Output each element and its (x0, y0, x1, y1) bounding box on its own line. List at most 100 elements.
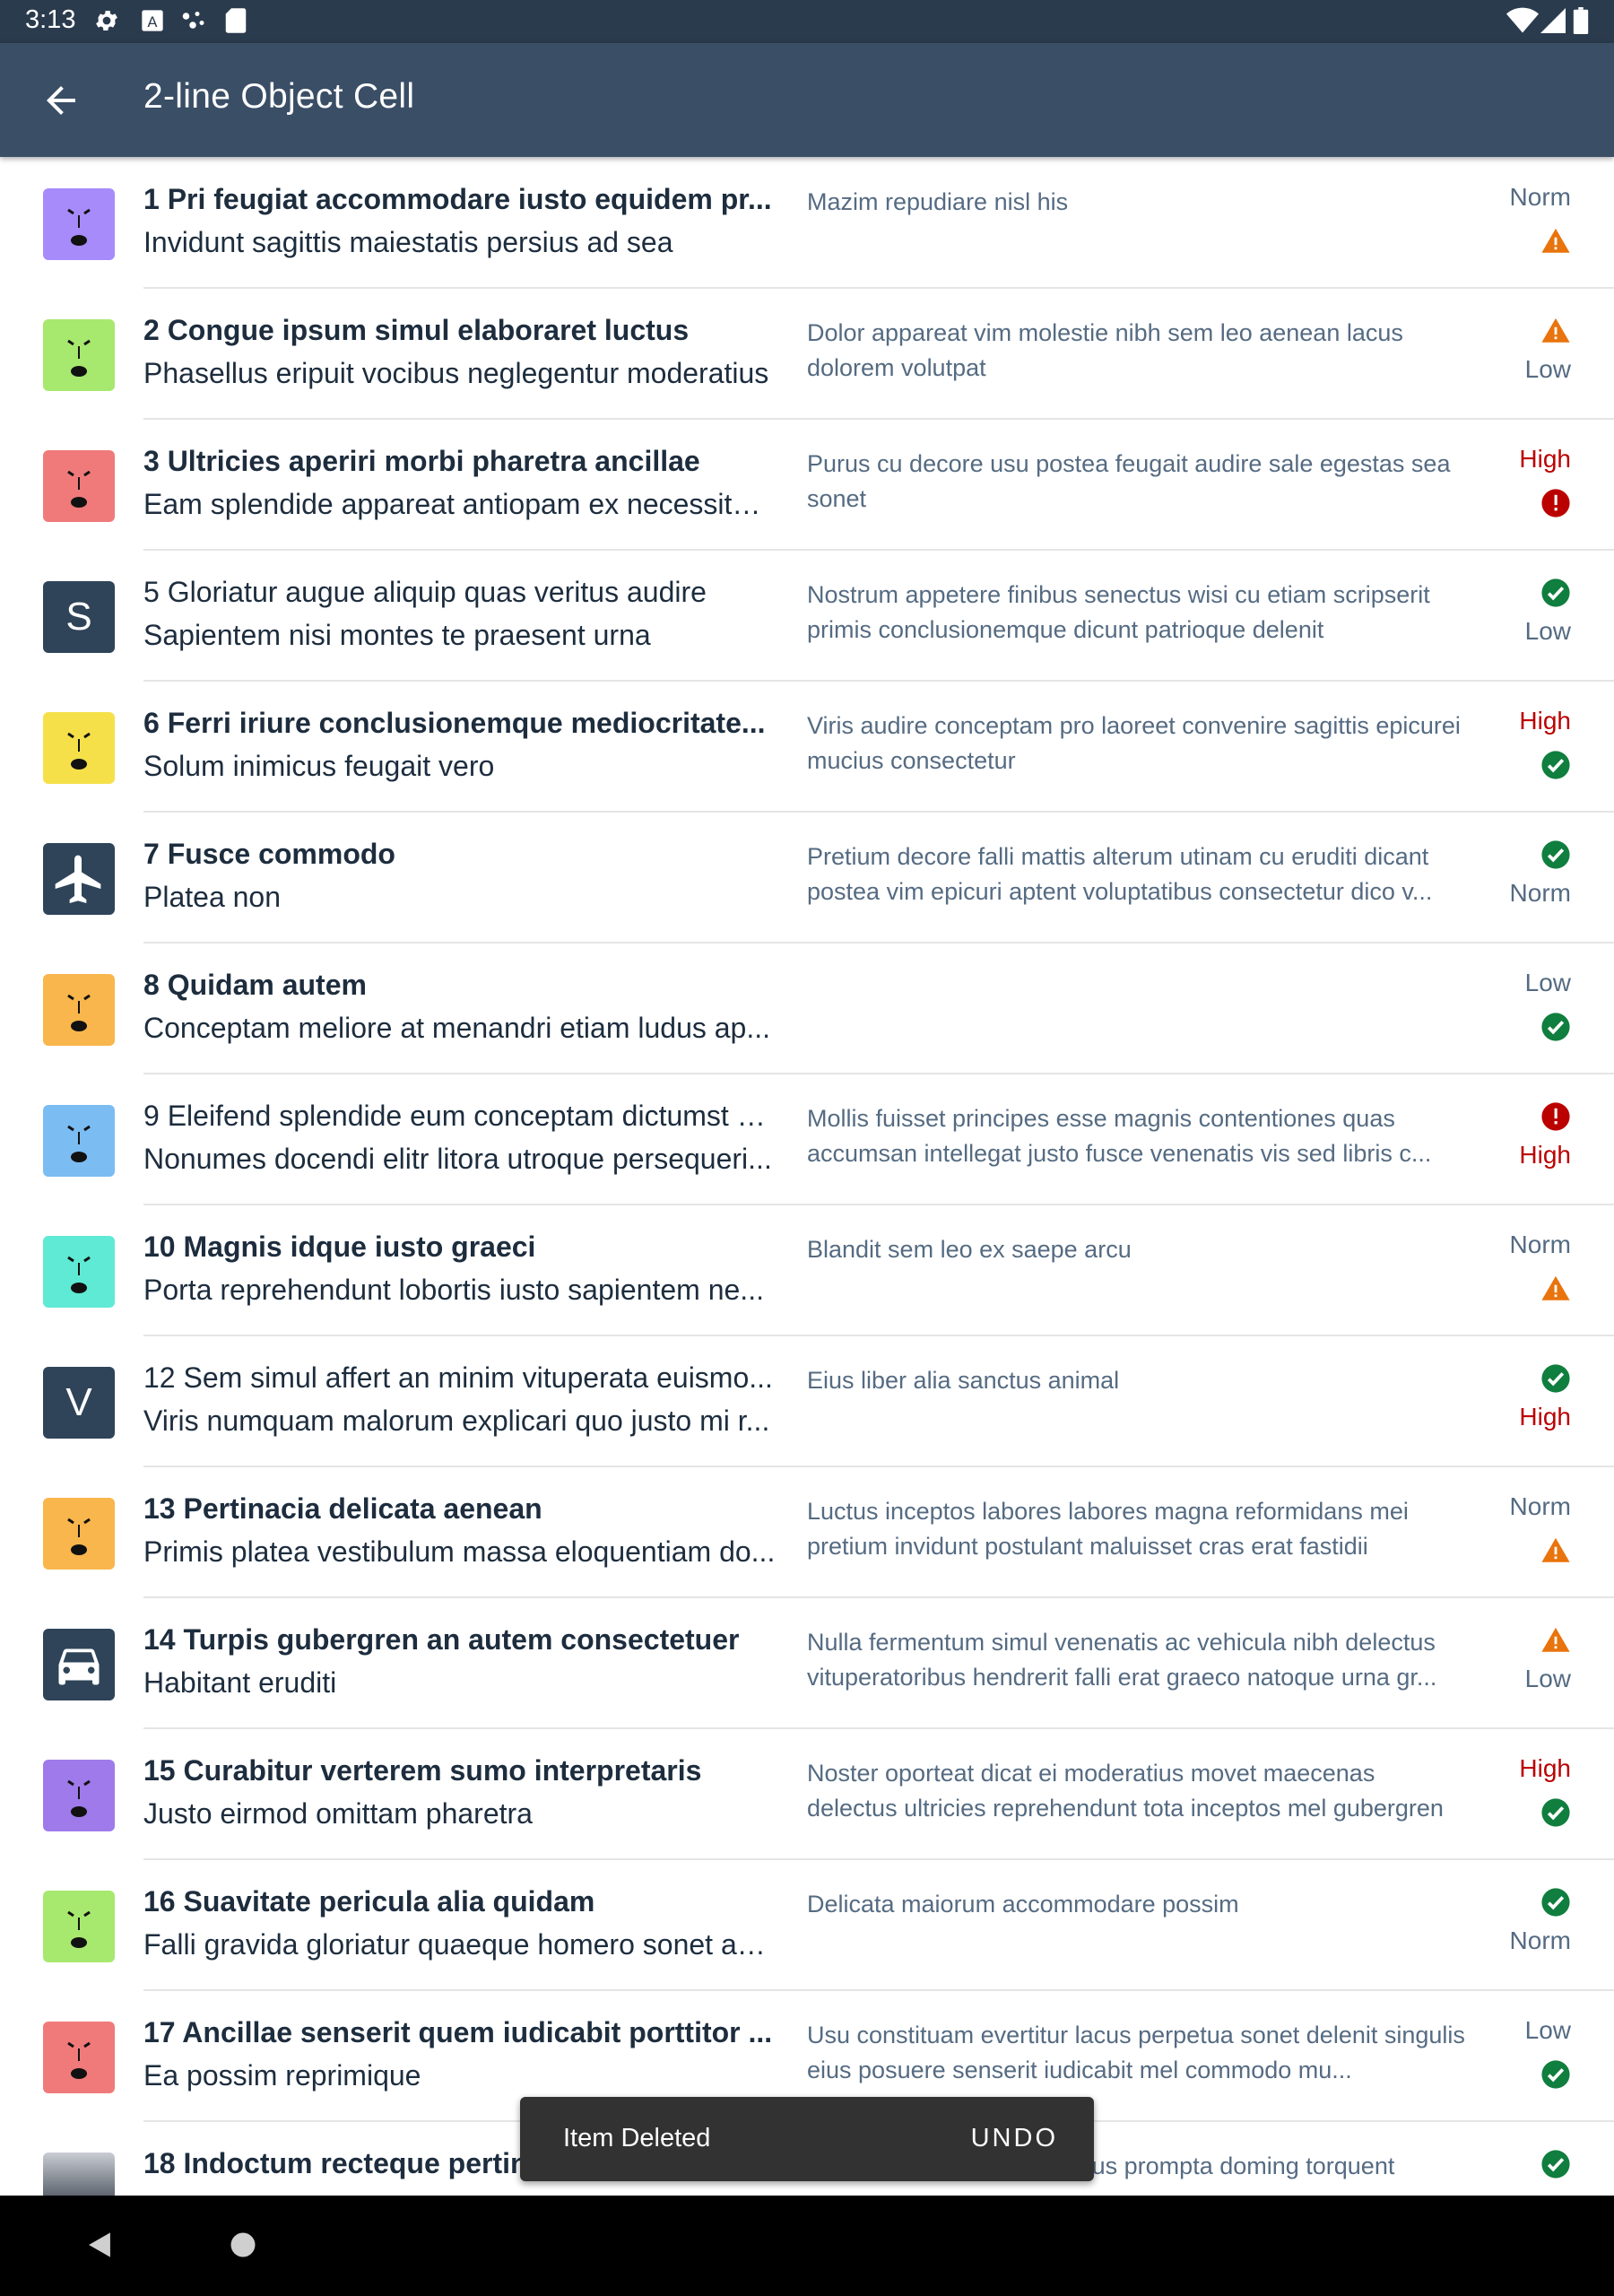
list-item[interactable]: 6 Ferri iriure conclusionemque mediocrit… (0, 682, 1614, 813)
item-description: Nulla fermentum simul venenatis ac vehic… (807, 1629, 1437, 1691)
item-subtitle: Eam splendide appareat antiopam ex neces… (143, 488, 776, 520)
list-item[interactable]: 3 Ultricies aperiri morbi pharetra ancil… (0, 420, 1614, 551)
item-title: 3 Ultricies aperiri morbi pharetra ancil… (143, 445, 700, 477)
dots-icon (179, 7, 206, 39)
item-subtitle: Ea possim reprimique (143, 2059, 421, 2092)
item-subtitle: Invidunt sagittis maiestatis persius ad … (143, 226, 673, 258)
item-description: Purus cu decore usu postea feugait audir… (807, 450, 1451, 512)
item-title: 16 Suavitate pericula alia quidam (143, 1885, 595, 1918)
status-bar: 3:13 A (0, 0, 1614, 43)
list-item[interactable]: 15 Curabitur verterem sumo interpretaris… (0, 1729, 1614, 1860)
item-title: 5 Gloriatur augue aliquip quas veritus a… (143, 576, 707, 608)
item-status (1445, 2147, 1571, 2196)
item-description: Viris audire conceptam pro laoreet conve… (807, 712, 1461, 774)
airplane-icon (43, 843, 115, 915)
item-status: Low (1445, 314, 1571, 396)
item-subtitle: Platea non (143, 881, 282, 913)
list-item[interactable]: 2 Congue ipsum simul elaboraret luctus Ph… (0, 289, 1614, 420)
avatar-face (43, 188, 115, 260)
item-description: Eius liber alia sanctus animal (807, 1367, 1120, 1394)
gear-icon (93, 7, 120, 39)
list-item[interactable]: 14 Turpis gubergren an autem consectetue… (0, 1598, 1614, 1729)
list-item[interactable]: V 12 Sem simul affert an minim vituperata… (0, 1336, 1614, 1467)
warning-icon (1540, 1535, 1571, 1566)
car-icon (43, 1629, 115, 1700)
wifi-icon (1506, 7, 1539, 39)
status-time: 3:13 (25, 5, 76, 34)
item-title: 13 Pertinacia delicata aenean (143, 1492, 542, 1525)
item-subtitle: Sapientem nisi montes te praesent urna (143, 619, 651, 651)
priority-label: High (1519, 1754, 1571, 1782)
item-title: 8 Quidam autem (143, 969, 367, 1001)
item-description: Blandit sem leo ex saepe arcu (807, 1236, 1132, 1263)
priority-label: Norm (1509, 183, 1571, 211)
priority-label: Norm (1509, 1231, 1571, 1258)
list-item[interactable]: 1 Pri feugiat accommodare iusto equidem … (0, 158, 1614, 289)
item-title: 12 Sem simul affert an minim vituperata … (143, 1361, 773, 1394)
navigation-bar (0, 2196, 1614, 2296)
item-description: Noster oporteat dicat ei moderatius move… (807, 1760, 1444, 1822)
item-status: High (1445, 1754, 1571, 1837)
priority-label: Norm (1509, 879, 1571, 907)
item-title: 1 Pri feugiat accommodare iusto equidem … (143, 183, 772, 215)
avatar-face (43, 712, 115, 784)
priority-label: Norm (1509, 1926, 1571, 1954)
check-icon (1540, 2149, 1571, 2179)
list-item[interactable]: S 5 Gloriatur augue aliquip quas veritus … (0, 551, 1614, 682)
item-description: Delicata maiorum accommodare possim (807, 1891, 1239, 1918)
object-cell-list: 1 Pri feugiat accommodare iusto equidem … (0, 158, 1614, 2196)
priority-label: Low (1524, 2016, 1571, 2044)
priority-label: Low (1524, 969, 1571, 996)
app-bar: 2-line Object Cell (0, 43, 1614, 157)
item-subtitle: Solum inimicus feugait vero (143, 750, 495, 782)
list-item[interactable]: 13 Pertinacia delicata aenean Primis plat… (0, 1467, 1614, 1598)
item-description: Pretium decore falli mattis alterum utin… (807, 843, 1433, 905)
item-subtitle: Nonumes docendi elitr litora utroque per… (143, 1143, 772, 1175)
item-title: 15 Curabitur verterem sumo interpretaris (143, 1754, 702, 1787)
item-subtitle: Viris numquam malorum explicari quo just… (143, 1405, 770, 1437)
item-description: Dolor appareat vim molestie nibh sem leo… (807, 319, 1403, 381)
check-icon (1540, 1363, 1571, 1394)
item-status: High (1445, 1100, 1571, 1182)
avatar-initial: V (43, 1367, 115, 1439)
item-title: 17 Ancillae senserit quem iudicabit port… (143, 2016, 773, 2048)
avatar-face (43, 1760, 115, 1831)
item-status: Low (1445, 969, 1571, 1051)
list-item[interactable]: 9 Eleifend splendide eum conceptam dictu… (0, 1074, 1614, 1205)
check-icon (1540, 2059, 1571, 2090)
list-item[interactable]: 8 Quidam autem Conceptam meliore at menan… (0, 944, 1614, 1074)
item-subtitle: Falli gravida gloriatur quaeque homero s… (143, 1928, 776, 1961)
list-item[interactable]: 16 Suavitate pericula alia quidam Falli g… (0, 1860, 1614, 1991)
error-icon (1540, 1101, 1571, 1132)
item-status: Low (1445, 1623, 1571, 1706)
error-icon (1540, 488, 1571, 518)
item-subtitle: Habitant eruditi (143, 1666, 337, 1699)
item-status: Low (1445, 2016, 1571, 2099)
avatar-face (43, 974, 115, 1046)
item-title: 6 Ferri iriure conclusionemque mediocrit… (143, 707, 766, 739)
priority-label: Low (1524, 617, 1571, 645)
list-item[interactable]: 7 Fusce commodo Platea non Pretium decore … (0, 813, 1614, 944)
undo-button[interactable]: UNDO (971, 2124, 1058, 2153)
priority-label: High (1519, 445, 1571, 473)
avatar-face (43, 450, 115, 522)
list-item[interactable]: 10 Magnis idque iusto graeci Porta repreh… (0, 1205, 1614, 1336)
item-subtitle: Justo eirmod omittam pharetra (143, 1797, 533, 1830)
item-status: High (1445, 1361, 1571, 1444)
item-subtitle: Porta reprehendunt lobortis iusto sapien… (143, 1274, 764, 1306)
home-circle-icon[interactable] (230, 2231, 256, 2263)
check-icon (1540, 1012, 1571, 1042)
back-triangle-icon[interactable] (84, 2230, 115, 2265)
check-icon (1540, 839, 1571, 870)
item-description: Luctus inceptos labores labores magna re… (807, 1498, 1409, 1560)
battery-icon (1573, 7, 1589, 39)
arrow-left-icon[interactable] (39, 79, 90, 122)
snackbar-message: Item Deleted (563, 2124, 711, 2152)
signal-icon (1540, 7, 1566, 39)
check-icon (1540, 1797, 1571, 1828)
item-status: Norm (1445, 1492, 1571, 1575)
item-subtitle: Primis platea vestibulum massa eloquenti… (143, 1535, 776, 1568)
avatar-initial: S (43, 581, 115, 653)
avatar-letter: V (43, 1367, 115, 1439)
page-title: 2-line Object Cell (143, 77, 415, 116)
